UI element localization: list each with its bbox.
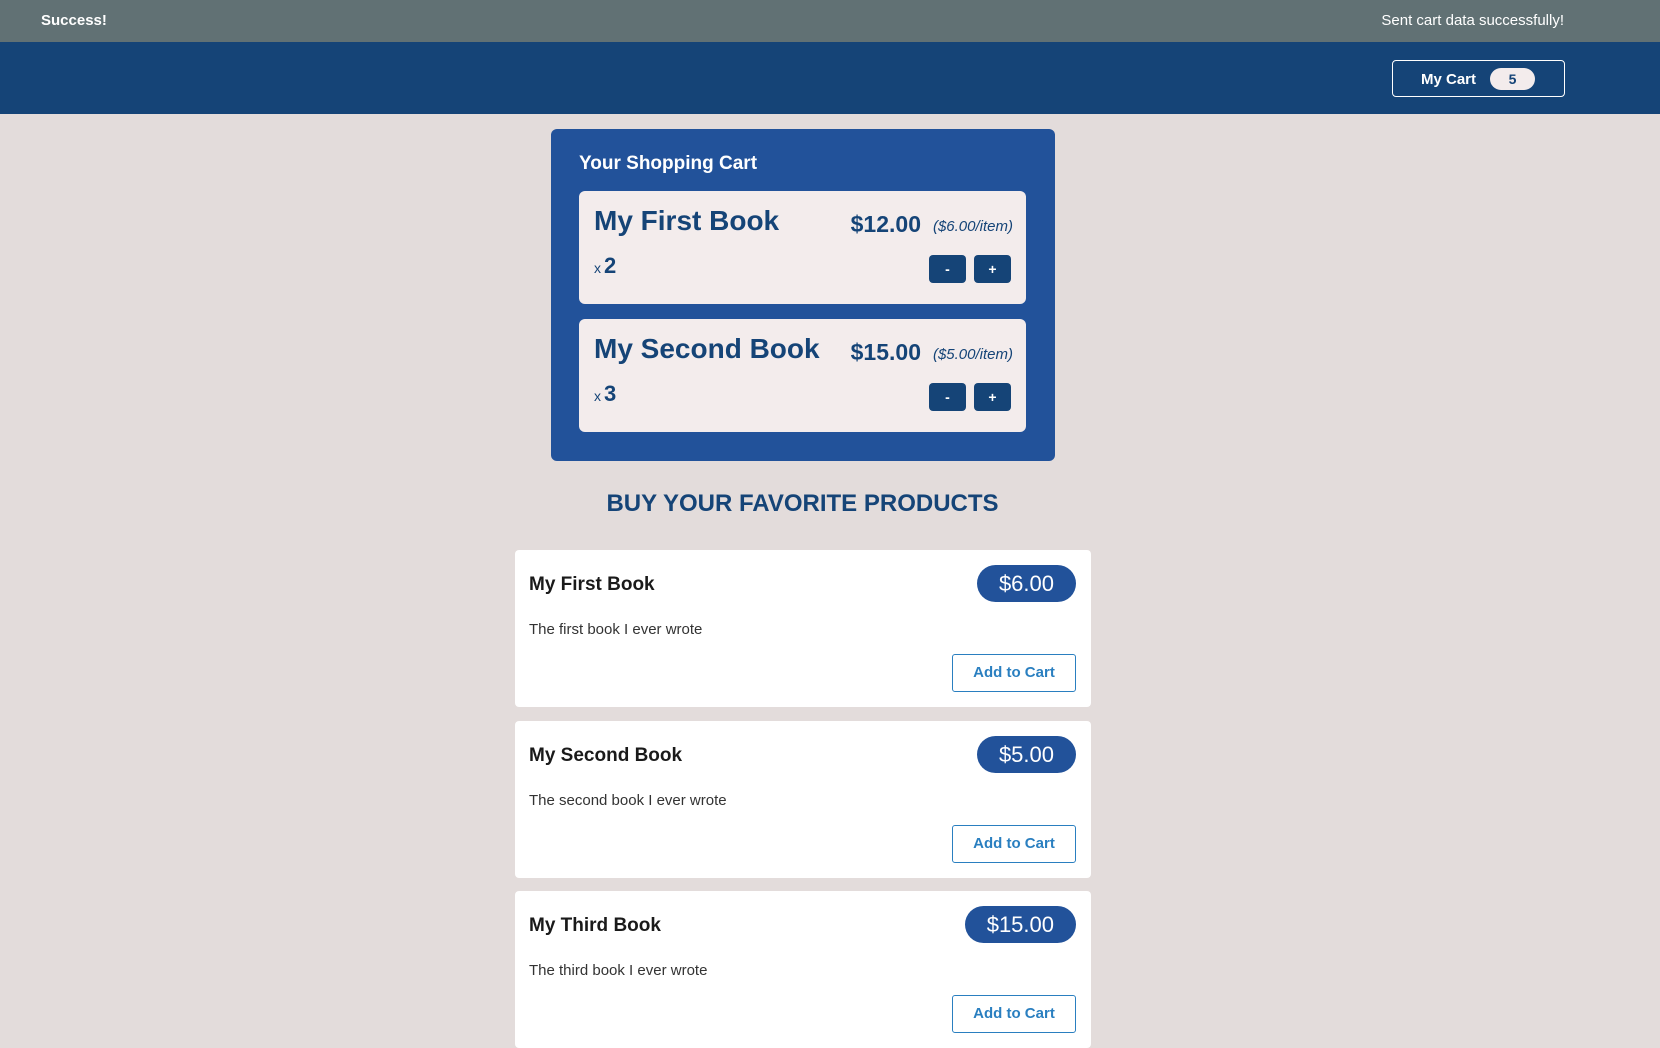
cart-panel-title: Your Shopping Cart bbox=[579, 153, 758, 174]
quantity-prefix: x bbox=[594, 388, 601, 404]
product-name: My Second Book bbox=[529, 745, 683, 766]
cart-item-unit-price: ($5.00/item) bbox=[932, 346, 1013, 363]
increase-quantity-button[interactable]: + bbox=[974, 255, 1011, 283]
product-card: My Third Book $15.00 The third book I ev… bbox=[515, 891, 1091, 1048]
cart-item-quantity: x3 bbox=[594, 381, 616, 407]
product-price-badge: $5.00 bbox=[976, 736, 1076, 773]
products-heading: BUY YOUR FAVORITE PRODUCTS bbox=[606, 490, 999, 517]
cart-item-name: My Second Book bbox=[594, 333, 820, 364]
cart-item: My First Book $12.00 ($6.00/item) x2 - + bbox=[579, 191, 1026, 304]
cart-item: My Second Book $15.00 ($5.00/item) x3 - … bbox=[579, 319, 1026, 432]
product-description: The second book I ever wrote bbox=[529, 792, 727, 809]
add-to-cart-button[interactable]: Add to Cart bbox=[952, 995, 1076, 1033]
product-price-badge: $15.00 bbox=[964, 906, 1076, 943]
decrease-quantity-button[interactable]: - bbox=[929, 255, 966, 283]
product-card: My First Book $6.00 The first book I eve… bbox=[515, 550, 1091, 707]
shopping-cart-panel: Your Shopping Cart My First Book $12.00 … bbox=[551, 129, 1055, 461]
cart-button-label: My Cart bbox=[1421, 71, 1477, 88]
product-card: My Second Book $5.00 The second book I e… bbox=[515, 721, 1091, 878]
quantity-value: 2 bbox=[604, 253, 617, 278]
notification-message: Sent cart data successfully! bbox=[1381, 12, 1564, 29]
product-description: The third book I ever wrote bbox=[529, 962, 708, 979]
cart-count-badge: 5 bbox=[1490, 68, 1535, 90]
product-name: My First Book bbox=[529, 574, 655, 595]
notification-title: Success! bbox=[41, 12, 107, 29]
main-header: My Cart 5 bbox=[0, 42, 1660, 114]
cart-item-total: $12.00 bbox=[850, 211, 921, 237]
add-to-cart-button[interactable]: Add to Cart bbox=[952, 654, 1076, 692]
cart-item-unit-price: ($6.00/item) bbox=[932, 218, 1013, 235]
add-to-cart-button[interactable]: Add to Cart bbox=[952, 825, 1076, 863]
cart-item-total: $15.00 bbox=[850, 339, 921, 365]
decrease-quantity-button[interactable]: - bbox=[929, 383, 966, 411]
my-cart-button[interactable]: My Cart 5 bbox=[1392, 60, 1565, 97]
notification-bar: Success! Sent cart data successfully! bbox=[0, 0, 1660, 42]
cart-item-quantity: x2 bbox=[594, 253, 616, 279]
product-description: The first book I ever wrote bbox=[529, 621, 703, 638]
quantity-value: 3 bbox=[604, 381, 617, 406]
quantity-prefix: x bbox=[594, 260, 601, 276]
product-name: My Third Book bbox=[529, 915, 661, 936]
product-price-badge: $6.00 bbox=[976, 565, 1076, 602]
increase-quantity-button[interactable]: + bbox=[974, 383, 1011, 411]
cart-item-name: My First Book bbox=[594, 205, 780, 236]
